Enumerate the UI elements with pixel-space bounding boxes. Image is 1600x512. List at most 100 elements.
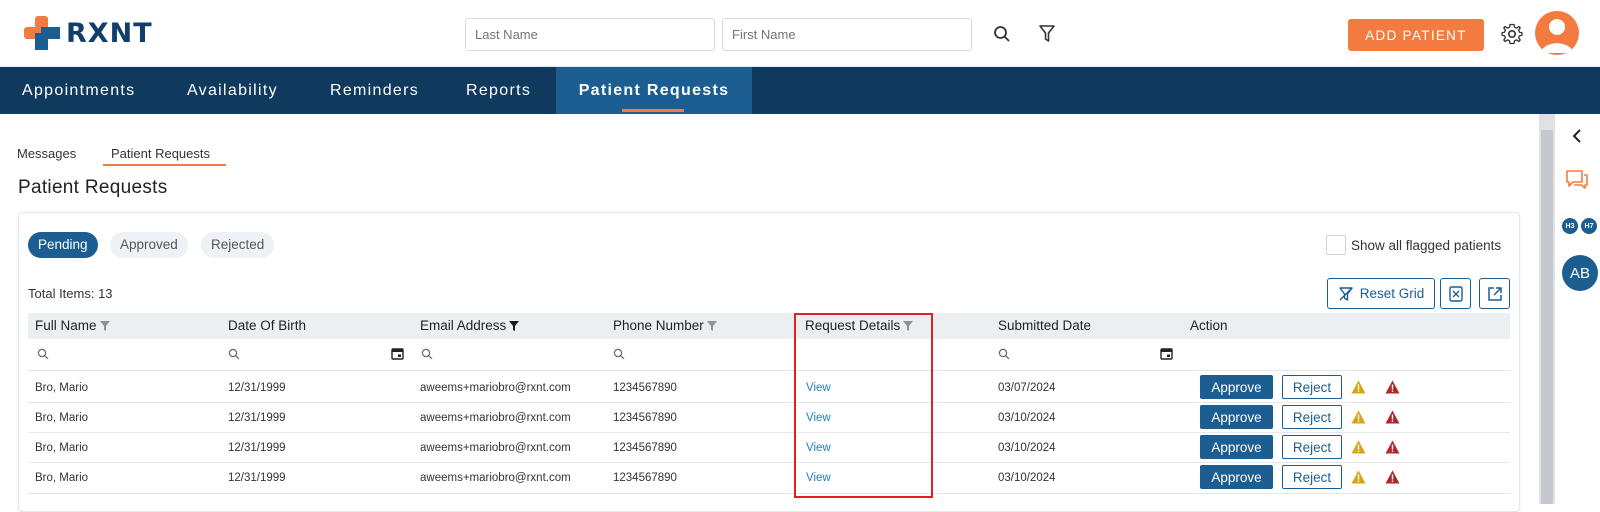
reset-grid-button[interactable]: Reset Grid	[1327, 278, 1435, 309]
total-items: Total Items: 13	[28, 286, 113, 301]
main-nav: Appointments Availability Reminders Repo…	[0, 67, 1600, 114]
tab-approved[interactable]: Approved	[110, 232, 188, 258]
alert-icon[interactable]	[1385, 470, 1400, 484]
col-dob[interactable]: Date Of Birth	[228, 318, 306, 333]
reset-grid-label: Reset Grid	[1359, 286, 1425, 301]
filter-icon[interactable]	[508, 320, 520, 332]
first-name-input[interactable]	[722, 18, 972, 51]
calendar-icon[interactable]	[391, 347, 404, 360]
avatar[interactable]: AB	[1562, 255, 1598, 291]
col-submitted-label: Submitted Date	[998, 318, 1092, 333]
row-divider	[28, 432, 1510, 433]
cell-phone: 1234567890	[613, 412, 677, 424]
approve-button[interactable]: Approve	[1200, 375, 1273, 399]
col-phone-label: Phone Number	[613, 318, 704, 333]
user-avatar-icon[interactable]	[1535, 11, 1579, 55]
excel-export-button[interactable]	[1440, 278, 1471, 309]
cell-email: aweems+mariobro@rxnt.com	[420, 412, 571, 424]
cell-name: Bro, Mario	[35, 472, 89, 484]
cell-name: Bro, Mario	[35, 382, 89, 394]
col-dob-label: Date Of Birth	[228, 318, 307, 333]
col-submitted[interactable]: Submitted Date	[998, 318, 1091, 333]
cell-submitted: 03/10/2024	[998, 442, 1056, 454]
cell-name: Bro, Mario	[35, 442, 89, 454]
flagged-checkbox[interactable]	[1326, 235, 1346, 255]
search-icon[interactable]	[37, 348, 49, 360]
request-details-highlight	[794, 313, 933, 498]
cell-name: Bro, Mario	[35, 412, 89, 424]
reject-button[interactable]: Reject	[1282, 435, 1342, 459]
row-divider	[28, 493, 1510, 494]
alert-icon[interactable]	[1385, 380, 1400, 394]
logo-cross-icon	[24, 16, 60, 50]
chevron-left-icon[interactable]	[1572, 129, 1582, 148]
subtab-patient-requests[interactable]: Patient Requests	[111, 146, 210, 161]
calendar-icon[interactable]	[1160, 347, 1173, 360]
warning-icon[interactable]	[1351, 380, 1366, 394]
cell-submitted: 03/10/2024	[998, 412, 1056, 424]
warning-icon[interactable]	[1351, 440, 1366, 454]
page-title: Patient Requests	[18, 177, 168, 198]
approve-button[interactable]: Approve	[1200, 405, 1273, 429]
reject-button[interactable]: Reject	[1282, 405, 1342, 429]
export-icon	[1487, 286, 1502, 301]
nav-appointments[interactable]: Appointments	[22, 67, 135, 114]
col-full-name[interactable]: Full Name	[35, 318, 111, 333]
filter-row	[28, 339, 1510, 371]
search-icon[interactable]	[228, 348, 240, 360]
mini-badge-h3[interactable]: H3	[1562, 218, 1578, 234]
rxnt-logo[interactable]: RXNT	[24, 16, 153, 50]
warning-icon[interactable]	[1351, 410, 1366, 424]
chat-icon[interactable]	[1565, 169, 1589, 196]
col-full-name-label: Full Name	[35, 318, 97, 333]
filter-icon[interactable]	[99, 320, 111, 332]
add-patient-button[interactable]: ADD PATIENT	[1348, 19, 1484, 51]
subtab-active-indicator	[103, 164, 226, 166]
gear-icon[interactable]	[1500, 22, 1524, 46]
logo-text: RXNT	[66, 17, 153, 49]
app-header: RXNT ADD PATIENT	[0, 0, 1600, 67]
cell-phone: 1234567890	[613, 442, 677, 454]
tab-rejected[interactable]: Rejected	[201, 232, 275, 258]
filter-icon[interactable]	[1035, 22, 1059, 46]
cell-submitted: 03/10/2024	[998, 472, 1056, 484]
nav-reminders[interactable]: Reminders	[330, 67, 419, 114]
search-icon[interactable]	[613, 348, 625, 360]
subtab-messages[interactable]: Messages	[17, 146, 76, 161]
search-icon[interactable]	[421, 348, 433, 360]
export-button[interactable]	[1479, 278, 1510, 309]
flagged-label: Show all flagged patients	[1351, 238, 1502, 253]
col-email-label: Email Address	[420, 318, 507, 333]
mini-badge-h7[interactable]: H7	[1581, 218, 1597, 234]
cell-phone: 1234567890	[613, 472, 677, 484]
scrollbar-thumb[interactable]	[1541, 130, 1553, 504]
cell-email: aweems+mariobro@rxnt.com	[420, 382, 571, 394]
cell-dob: 12/31/1999	[228, 382, 286, 394]
tab-pending[interactable]: Pending	[28, 232, 98, 258]
nav-reports[interactable]: Reports	[466, 67, 531, 114]
row-divider	[28, 402, 1510, 403]
approve-button[interactable]: Approve	[1200, 465, 1273, 489]
search-icon[interactable]	[998, 348, 1010, 360]
filter-icon[interactable]	[706, 320, 718, 332]
cell-email: aweems+mariobro@rxnt.com	[420, 472, 571, 484]
cell-dob: 12/31/1999	[228, 442, 286, 454]
col-email[interactable]: Email Address	[420, 318, 520, 333]
alert-icon[interactable]	[1385, 410, 1400, 424]
last-name-input[interactable]	[465, 18, 715, 51]
col-action: Action	[1190, 318, 1228, 333]
reject-button[interactable]: Reject	[1282, 375, 1342, 399]
cell-dob: 12/31/1999	[228, 412, 286, 424]
reset-filter-icon	[1339, 286, 1353, 301]
search-icon[interactable]	[990, 22, 1014, 46]
row-divider	[28, 462, 1510, 463]
warning-icon[interactable]	[1351, 470, 1366, 484]
nav-active-indicator	[622, 109, 684, 112]
cell-submitted: 03/07/2024	[998, 382, 1056, 394]
approve-button[interactable]: Approve	[1200, 435, 1273, 459]
alert-icon[interactable]	[1385, 440, 1400, 454]
nav-patient-requests[interactable]: Patient Requests	[556, 67, 752, 114]
reject-button[interactable]: Reject	[1282, 465, 1342, 489]
nav-availability[interactable]: Availability	[187, 67, 278, 114]
col-phone[interactable]: Phone Number	[613, 318, 718, 333]
